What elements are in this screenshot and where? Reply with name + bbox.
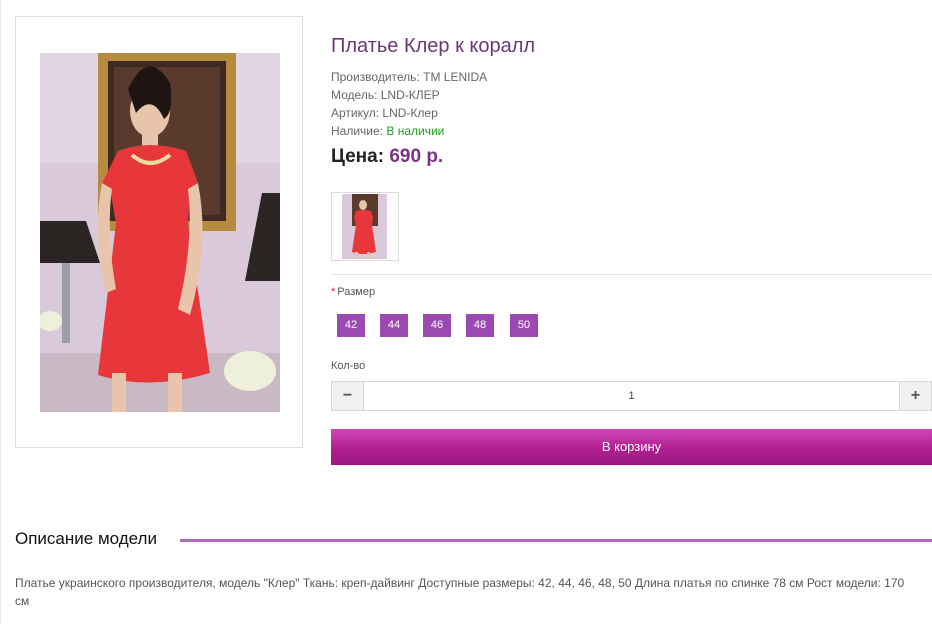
quantity-stepper: − +	[331, 381, 932, 411]
quantity-input[interactable]	[364, 382, 899, 410]
product-photo[interactable]	[40, 53, 280, 412]
size-option-48[interactable]: 48	[466, 314, 494, 337]
model-label: Модель:	[331, 88, 378, 102]
price-label: Цена:	[331, 146, 385, 167]
availability-label: Наличие:	[331, 124, 384, 138]
size-label: * Размер	[331, 286, 375, 298]
description-title-underline	[180, 539, 932, 542]
thumbnail-image	[342, 194, 387, 259]
dress-model-image	[40, 53, 280, 412]
model-value: LND-КЛЕР	[380, 88, 440, 102]
main-image-frame[interactable]	[15, 16, 303, 448]
price-block: Цена: 690 р.	[331, 146, 443, 168]
article-value: LND-Клер	[382, 106, 438, 120]
size-option-50[interactable]: 50	[510, 314, 538, 337]
article-label: Артикул:	[331, 106, 380, 120]
manufacturer-label: Производитель:	[331, 70, 420, 84]
product-thumbnail[interactable]	[331, 192, 399, 261]
availability-row: Наличие: В наличии	[331, 122, 487, 140]
add-to-cart-button[interactable]: В корзину	[331, 429, 932, 465]
price-value: 690 р.	[389, 146, 444, 167]
size-option-46[interactable]: 46	[423, 314, 451, 337]
minus-icon: −	[342, 387, 353, 404]
page-left-border	[0, 0, 1, 624]
quantity-label: Кол-во	[331, 360, 366, 372]
required-asterisk: *	[331, 286, 336, 298]
options-divider	[331, 274, 932, 275]
product-info: Производитель: ТМ LENIDA Модель: LND-КЛЕ…	[331, 68, 487, 140]
size-label-text: Размер	[337, 286, 376, 298]
manufacturer-value[interactable]: ТМ LENIDA	[423, 70, 487, 84]
quantity-increase-button[interactable]: +	[899, 382, 931, 410]
product-title: Платье Клер к коралл	[331, 35, 536, 57]
size-option-44[interactable]: 44	[380, 314, 408, 337]
quantity-decrease-button[interactable]: −	[332, 382, 364, 410]
manufacturer-row: Производитель: ТМ LENIDA	[331, 68, 487, 86]
size-option-42[interactable]: 42	[337, 314, 365, 337]
model-row: Модель: LND-КЛЕР	[331, 86, 487, 104]
description-title: Описание модели	[15, 529, 165, 549]
article-row: Артикул: LND-Клер	[331, 104, 487, 122]
description-text: Платье украинского производителя, модель…	[15, 576, 905, 608]
plus-icon: +	[910, 387, 921, 404]
availability-value: В наличии	[386, 124, 445, 138]
